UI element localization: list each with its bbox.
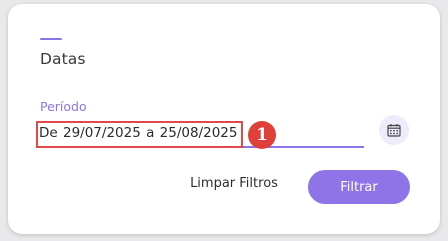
section-title: Datas — [40, 50, 86, 68]
filter-button[interactable]: Filtrar — [308, 170, 410, 204]
step-number-badge: 1 — [248, 121, 276, 149]
period-value[interactable]: De 29/07/2025 a 25/08/2025 — [39, 125, 237, 141]
calendar-button[interactable] — [379, 115, 409, 145]
filter-card: Datas Período De 29/07/2025 a 25/08/2025… — [8, 4, 440, 234]
period-field[interactable]: De 29/07/2025 a 25/08/2025 — [36, 121, 364, 148]
calendar-icon — [387, 124, 401, 137]
section-accent-line — [40, 38, 62, 40]
clear-filters-button[interactable]: Limpar Filtros — [184, 176, 284, 191]
period-label: Período — [40, 99, 87, 114]
